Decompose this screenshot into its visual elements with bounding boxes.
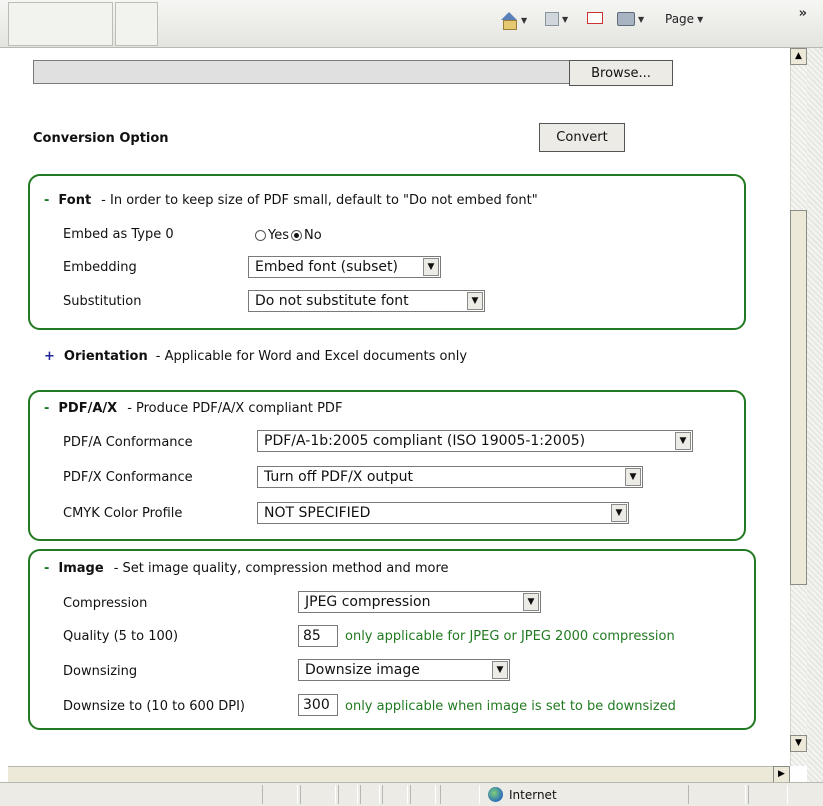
feeds-icon (545, 12, 559, 26)
scroll-right-button[interactable]: ▶ (773, 766, 790, 783)
pdfax-group-header[interactable]: - PDF/A/X - Produce PDF/A/X compliant PDF (44, 401, 342, 416)
toolbar-overflow-icon[interactable]: » (799, 6, 807, 21)
security-zone[interactable]: Internet (488, 787, 557, 802)
downsizing-value: Downsize image (305, 662, 420, 678)
chevron-down-icon: ▼ (611, 504, 627, 522)
status-panel (410, 785, 436, 804)
print-icon (617, 12, 635, 26)
embed-type0-label: Embed as Type 0 (63, 227, 174, 242)
font-group-title: Font (58, 193, 92, 208)
embedding-select[interactable]: Embed font (subset) ▼ (248, 256, 441, 278)
home-icon (500, 12, 518, 30)
chevron-down-icon: ▼ (423, 258, 439, 276)
pdfx-conformance-label: PDF/X Conformance (63, 470, 193, 485)
embed-type0-radio-group: Yes No (255, 228, 322, 243)
chevron-down-icon: ▼ (625, 468, 641, 486)
cmyk-profile-select[interactable]: NOT SPECIFIED ▼ (257, 502, 629, 524)
embedding-value: Embed font (subset) (255, 259, 399, 275)
chevron-down-icon[interactable]: ▼ (521, 16, 527, 25)
file-path-input[interactable] (33, 60, 571, 84)
scroll-down-button[interactable]: ▼ (790, 735, 807, 752)
zoom-panel[interactable] (748, 785, 788, 804)
conversion-option-title: Conversion Option (33, 131, 169, 146)
globe-icon (488, 787, 503, 802)
orientation-group-title: Orientation (63, 349, 148, 364)
chevron-down-icon[interactable]: ▼ (638, 15, 644, 24)
status-panel (338, 785, 358, 804)
radio-no[interactable] (291, 230, 302, 241)
mail-icon (587, 12, 603, 24)
feeds-button[interactable]: ▼ (545, 12, 568, 26)
downsizing-label: Downsizing (63, 664, 138, 679)
embedding-label: Embedding (63, 260, 137, 275)
radio-yes-label: Yes (268, 228, 289, 243)
security-zone-label: Internet (509, 787, 557, 802)
browse-button[interactable]: Browse... (569, 60, 673, 86)
pdfa-conformance-value: PDF/A-1b:2005 compliant (ISO 19005-1:200… (264, 433, 586, 449)
chevron-down-icon: ▼ (523, 593, 539, 611)
vertical-scroll-thumb[interactable] (790, 210, 807, 585)
new-tab-button[interactable] (115, 2, 158, 46)
status-panel (300, 785, 336, 804)
pdfax-group-title: PDF/A/X (58, 401, 118, 416)
cmyk-profile-value: NOT SPECIFIED (264, 505, 371, 521)
compression-select[interactable]: JPEG compression ▼ (298, 591, 541, 613)
collapse-icon[interactable]: - (44, 193, 49, 208)
substitution-value: Do not substitute font (255, 293, 409, 309)
compression-label: Compression (63, 596, 148, 611)
chevron-down-icon: ▼ (675, 432, 691, 450)
page-menu-button[interactable]: Page ▼ (665, 12, 703, 26)
cmyk-profile-label: CMYK Color Profile (63, 506, 183, 521)
window-edge (807, 48, 823, 806)
radio-yes[interactable] (255, 230, 266, 241)
orientation-group-desc: - Applicable for Word and Excel document… (155, 349, 468, 364)
downsize-hint: only applicable when image is set to be … (345, 699, 676, 714)
compression-value: JPEG compression (305, 594, 431, 610)
image-group-desc: - Set image quality, compression method … (113, 561, 449, 576)
status-panel (262, 785, 298, 804)
convert-button[interactable]: Convert (539, 123, 625, 152)
pdfx-conformance-value: Turn off PDF/X output (264, 469, 414, 485)
chevron-down-icon: ▼ (697, 14, 704, 24)
page-menu-label: Page (665, 12, 695, 26)
horizontal-scrollbar[interactable]: ▶ (8, 766, 790, 783)
downsize-to-label: Downsize to (10 to 600 DPI) (63, 699, 245, 714)
substitution-select[interactable]: Do not substitute font ▼ (248, 290, 485, 312)
radio-no-label: No (304, 228, 322, 243)
chevron-down-icon: ▼ (492, 661, 508, 679)
pdfa-conformance-select[interactable]: PDF/A-1b:2005 compliant (ISO 19005-1:200… (257, 430, 693, 452)
status-panel (382, 785, 408, 804)
quality-label: Quality (5 to 100) (63, 629, 179, 644)
chevron-down-icon[interactable]: ▼ (562, 15, 568, 24)
status-panel (440, 785, 480, 804)
pdfa-conformance-label: PDF/A Conformance (63, 435, 193, 450)
pdfx-conformance-select[interactable]: Turn off PDF/X output ▼ (257, 466, 643, 488)
image-group-title: Image (58, 561, 104, 576)
status-panel (360, 785, 380, 804)
read-mail-button[interactable] (587, 12, 603, 24)
downsizing-select[interactable]: Downsize image ▼ (298, 659, 510, 681)
chevron-down-icon: ▼ (467, 292, 483, 310)
tab-area[interactable] (8, 2, 113, 46)
downsize-to-input[interactable]: 300 (298, 694, 338, 716)
status-bar: Internet (0, 782, 823, 806)
pdfax-group-desc: - Produce PDF/A/X compliant PDF (127, 401, 343, 416)
image-group-header[interactable]: - Image - Set image quality, compression m… (44, 561, 449, 576)
font-group-desc: - In order to keep size of PDF small, de… (101, 193, 538, 208)
print-button[interactable]: ▼ (617, 12, 644, 26)
expand-icon[interactable]: + (44, 349, 55, 364)
orientation-group-header[interactable]: + Orientation - Applicable for Word and Ex… (44, 349, 467, 364)
quality-input[interactable]: 85 (298, 625, 338, 647)
home-button[interactable]: ▼ (500, 12, 527, 30)
command-bar: ▼ ▼ ▼ Page ▼ » (0, 0, 823, 48)
substitution-label: Substitution (63, 294, 142, 309)
protected-mode-panel[interactable] (688, 785, 746, 804)
quality-hint: only applicable for JPEG or JPEG 2000 co… (345, 629, 675, 644)
scroll-up-button[interactable]: ▲ (790, 48, 807, 65)
font-group-header[interactable]: - Font - In order to keep size of PDF smal… (44, 193, 538, 208)
collapse-icon[interactable]: - (44, 561, 49, 576)
collapse-icon[interactable]: - (44, 401, 49, 416)
